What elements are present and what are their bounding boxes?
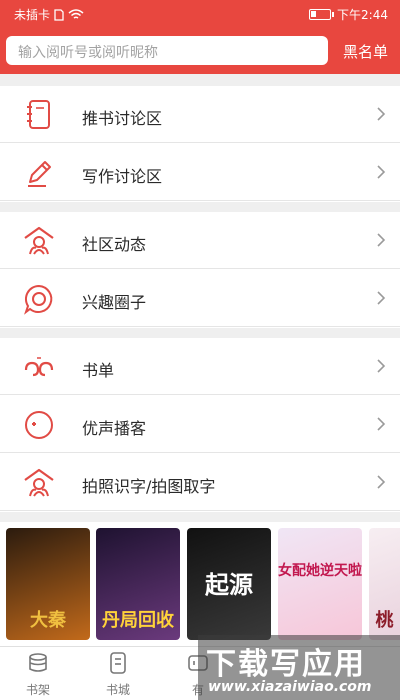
- podcast-icon: [25, 411, 53, 439]
- carrier-text: 未插卡: [14, 8, 51, 22]
- menu-item-community-news[interactable]: 社区动态: [0, 212, 400, 269]
- menu-group-discussion: 推书讨论区 写作讨论区: [0, 86, 400, 202]
- bookstore-icon: [110, 652, 126, 674]
- nav-label: 书架: [25, 683, 50, 697]
- chevron-right-icon: [377, 233, 386, 247]
- chat-bubble-icon: [24, 284, 53, 315]
- bookshelf-icon: [29, 653, 47, 672]
- app-header: 未插卡 下午2:44 输入阅听号或阅听昵称 黑名单: [0, 0, 400, 74]
- chevron-right-icon: [377, 165, 386, 179]
- notebook-icon: [27, 100, 50, 129]
- menu-item-voice-podcast[interactable]: 优声播客: [0, 396, 400, 453]
- nav-store[interactable]: 书城: [88, 651, 148, 698]
- clock-text: 下午2:44: [337, 8, 388, 22]
- menu-label: 书单: [82, 361, 115, 380]
- blacklist-button[interactable]: 黑名单: [343, 41, 388, 62]
- battery-fill: [311, 11, 317, 17]
- watermark-domain: www.xiazaiwiao.com: [208, 679, 372, 695]
- sim-icon: [54, 8, 64, 21]
- book-list-icon: [24, 357, 54, 377]
- book-cover[interactable]: 丹局回收: [96, 528, 180, 640]
- nav-label: 书城: [105, 683, 130, 697]
- chevron-right-icon: [377, 291, 386, 305]
- chevron-right-icon: [377, 417, 386, 431]
- menu-item-interest-circle[interactable]: 兴趣圈子: [0, 270, 400, 327]
- chevron-right-icon: [377, 359, 386, 373]
- chevron-right-icon: [377, 475, 386, 489]
- pencil-icon: [28, 161, 51, 187]
- book-cover-strip: 大秦 丹局回收 起源 女配她逆天啦 桃: [0, 522, 400, 646]
- menu-group-community: 社区动态 兴趣圈子: [0, 212, 400, 328]
- menu-item-photo-ocr[interactable]: 拍照识字/拍图取字: [0, 454, 400, 511]
- menu-group-tools: 书单 优声播客 拍照识字/拍图取字: [0, 338, 400, 512]
- book-cover[interactable]: 大秦: [6, 528, 90, 640]
- menu-label: 推书讨论区: [82, 109, 163, 128]
- menu-label: 拍照识字/拍图取字: [82, 477, 216, 496]
- watermark-overlay: 下载写应用 www.xiazaiwiao.com: [198, 635, 400, 700]
- book-cover[interactable]: 桃: [369, 528, 400, 640]
- search-placeholder: 输入阅听号或阅听昵称: [18, 45, 158, 61]
- status-right: 下午2:44: [309, 6, 388, 23]
- community-icon: [24, 226, 54, 255]
- book-cover[interactable]: 起源: [187, 528, 271, 640]
- menu-item-book-list[interactable]: 书单: [0, 338, 400, 395]
- battery-icon: [309, 9, 335, 20]
- menu-item-book-discussion[interactable]: 推书讨论区: [0, 86, 400, 143]
- watermark-brand: 下载写应用: [206, 647, 366, 682]
- menu-label: 社区动态: [82, 235, 147, 254]
- search-input[interactable]: 输入阅听号或阅听昵称: [6, 36, 328, 65]
- menu-label: 写作讨论区: [82, 167, 163, 186]
- chevron-right-icon: [377, 107, 386, 121]
- nav-shelf[interactable]: 书架: [8, 651, 68, 698]
- book-cover[interactable]: 女配她逆天啦: [278, 528, 362, 640]
- menu-item-writing-discussion[interactable]: 写作讨论区: [0, 144, 400, 201]
- menu-label: 优声播客: [82, 419, 147, 438]
- wifi-icon: [68, 8, 84, 19]
- menu-label: 兴趣圈子: [82, 293, 147, 312]
- photo-ocr-icon: [24, 468, 54, 497]
- status-bar: 未插卡 下午2:44: [0, 0, 400, 28]
- status-left: 未插卡: [14, 6, 84, 23]
